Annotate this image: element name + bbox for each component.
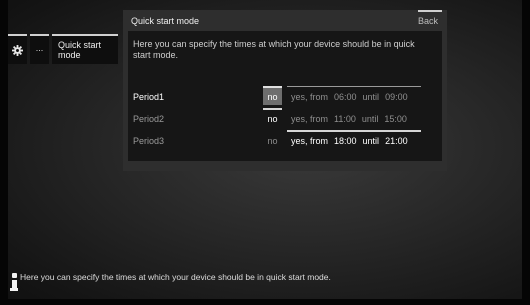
dialog-body: Here you can specify the times at which …	[128, 31, 442, 161]
period-label: Period2	[133, 114, 165, 124]
period-yes-option[interactable]: yes, from 06:00 until 09:00	[287, 86, 421, 105]
menu-quick-start-label: Quick start mode	[58, 40, 102, 60]
period-no-option[interactable]: no	[263, 86, 282, 105]
yes-from-label: yes, from	[291, 136, 329, 146]
period-no-option[interactable]: no	[263, 108, 282, 127]
from-time[interactable]: 06:00	[334, 92, 357, 102]
period-yes-option[interactable]: yes, from 18:00 until 21:00	[287, 130, 421, 149]
menu-item-settings[interactable]	[8, 34, 27, 64]
period-label: Period3	[133, 136, 165, 146]
until-time[interactable]: 09:00	[385, 92, 408, 102]
menu-more-label: ...	[35, 43, 44, 53]
until-label: until	[361, 114, 379, 124]
from-time[interactable]: 18:00	[334, 136, 357, 146]
period-yes-option[interactable]: yes, from 11:00 until 15:00	[287, 108, 421, 127]
yes-from-label: yes, from	[291, 114, 329, 124]
yes-from-label: yes, from	[291, 92, 329, 102]
period-row: Period2 no yes, from 11:00 until 15:00	[128, 108, 442, 128]
gear-icon	[12, 45, 23, 56]
period-no-option[interactable]: no	[263, 130, 282, 149]
menu-item-quick-start-mode[interactable]: Quick start mode	[52, 34, 118, 64]
until-label: until	[362, 92, 380, 102]
quick-start-dialog: Quick start mode Back Here you can speci…	[123, 10, 447, 171]
until-time[interactable]: 15:00	[384, 114, 407, 124]
until-time[interactable]: 21:00	[385, 136, 408, 146]
menu-item-more[interactable]: ...	[30, 34, 49, 64]
from-time[interactable]: 11:00	[334, 114, 356, 124]
dialog-title: Quick start mode	[131, 16, 200, 26]
dialog-description: Here you can specify the times at which …	[133, 39, 415, 60]
info-text: Here you can specify the times at which …	[20, 272, 331, 282]
info-icon	[10, 273, 18, 291]
back-button[interactable]: Back	[418, 10, 442, 28]
period-row: Period1 no yes, from 06:00 until 09:00	[128, 86, 442, 106]
period-label: Period1	[133, 92, 165, 102]
until-label: until	[362, 136, 380, 146]
period-row: Period3 no yes, from 18:00 until 21:00	[128, 130, 442, 150]
